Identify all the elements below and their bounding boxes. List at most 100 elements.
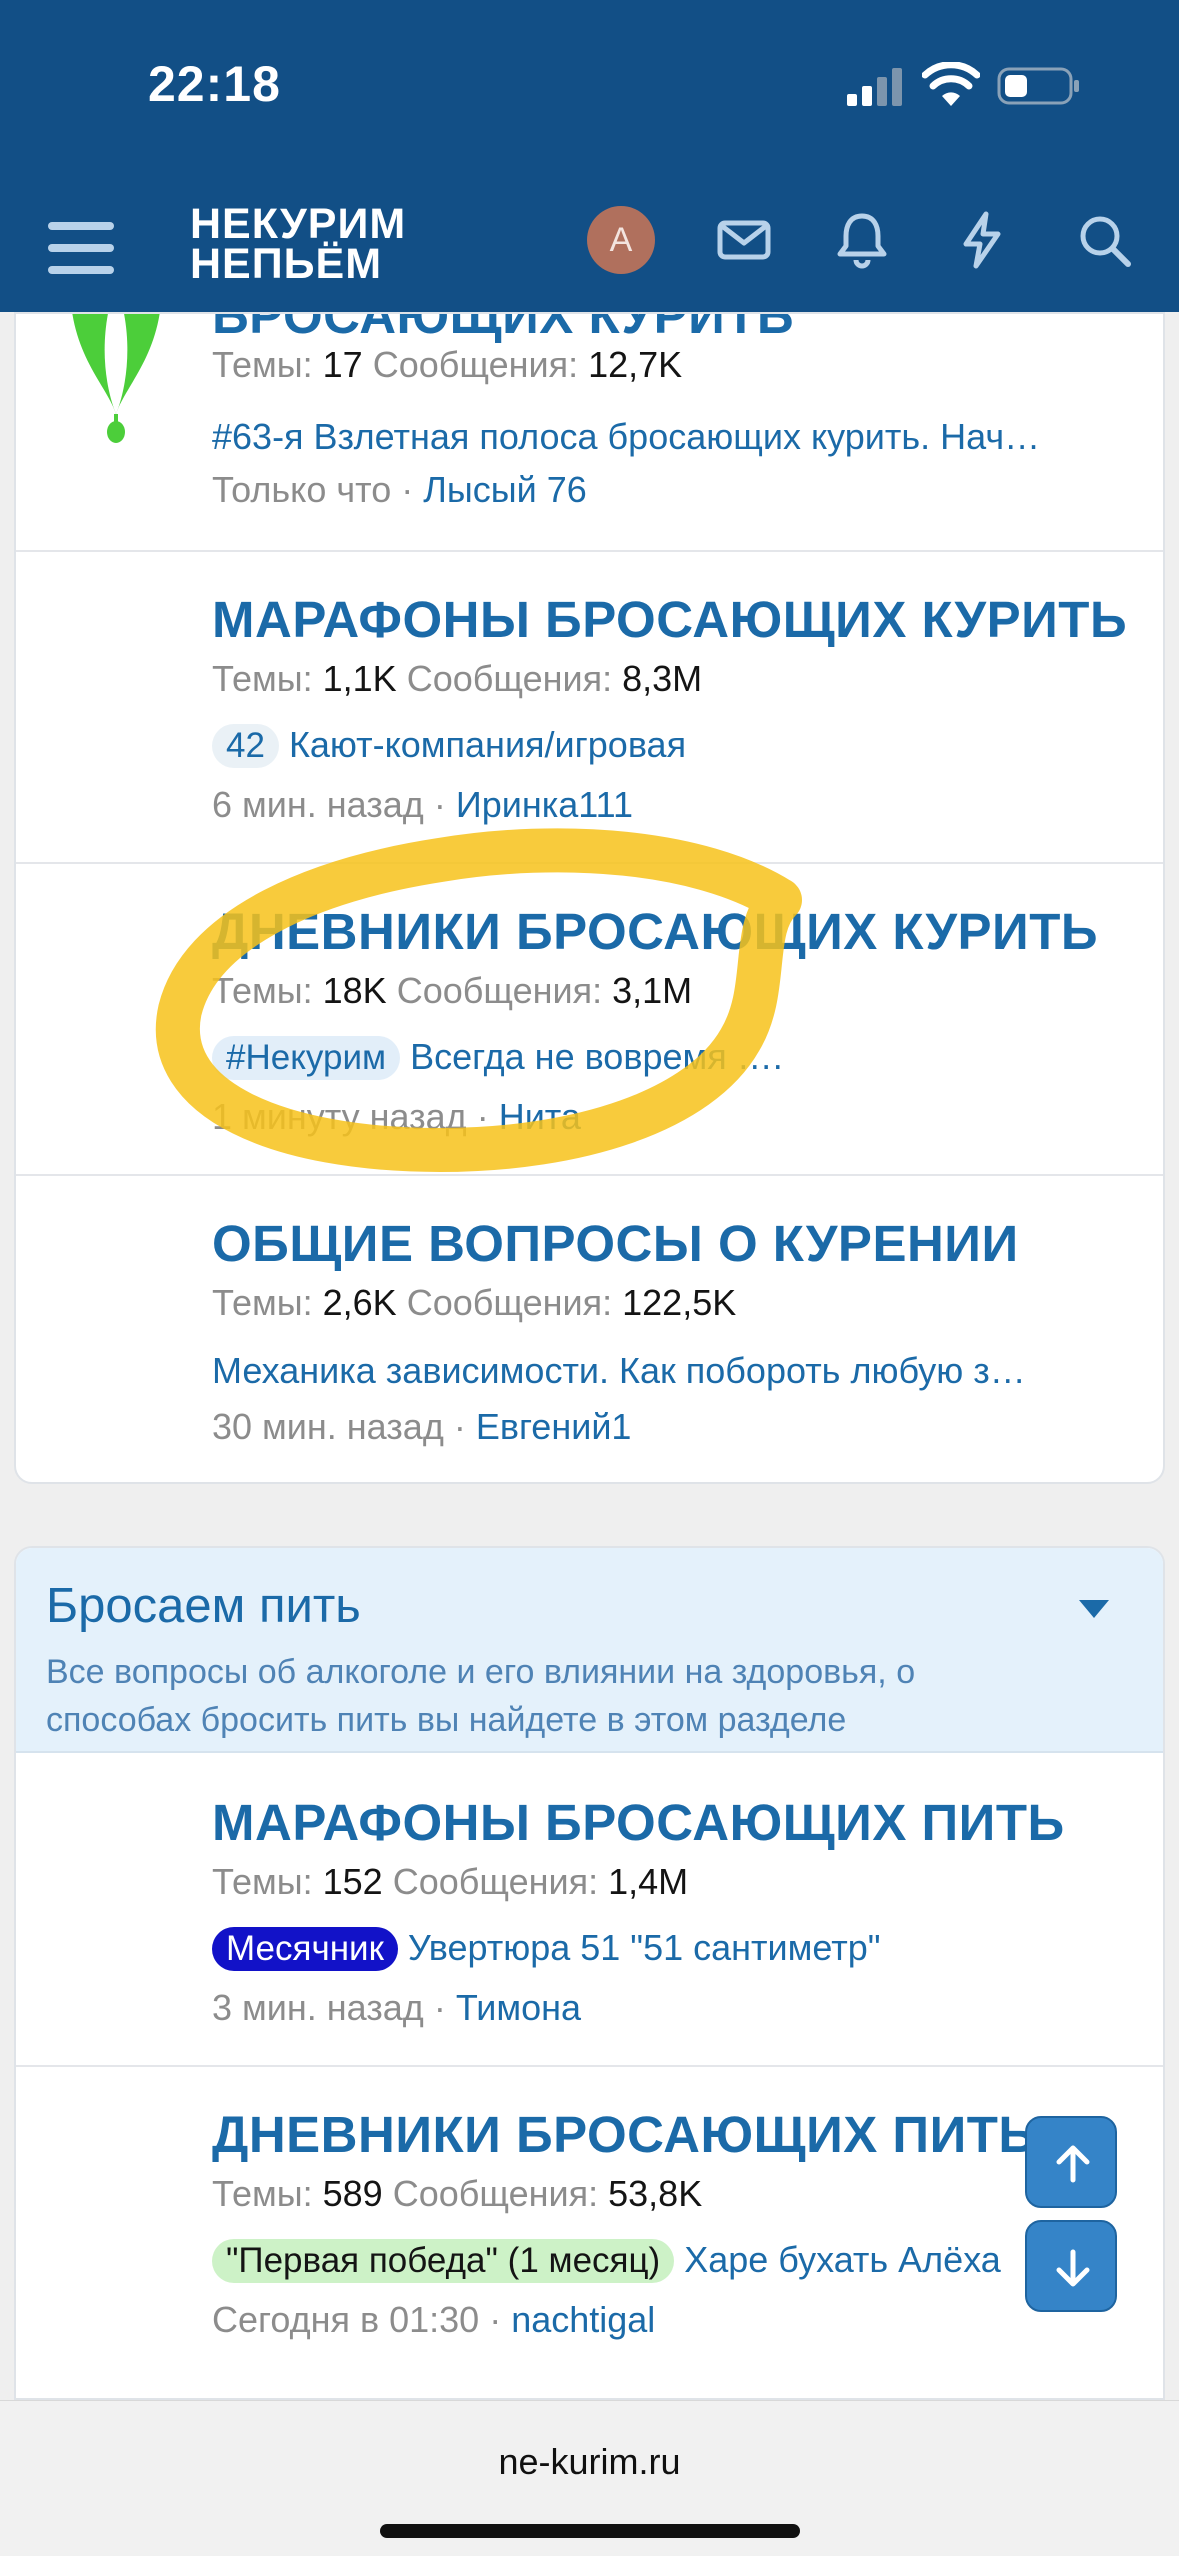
scroll-up-button[interactable] — [1025, 2116, 1117, 2208]
last-post-user[interactable]: Нита — [499, 1096, 581, 1137]
forum-category-smoking: БРОСАЮЩИХ КУРИТЬ Темы: 17 Сообщения: 12,… — [14, 312, 1165, 1484]
last-post-time: Сегодня в 01:30 — [212, 2299, 480, 2340]
messages-label: Сообщения: — [406, 1282, 613, 1323]
forum-node[interactable]: МАРАФОНЫ БРОСАЮЩИХ ПИТЬ Темы: 152 Сообще… — [16, 1755, 1163, 2067]
logo-line2: НЕПЬЁМ — [190, 240, 383, 288]
category-title[interactable]: Бросаем пить — [46, 1578, 361, 1634]
last-post-time: 3 мин. назад — [212, 1987, 424, 2028]
messages-count: 122,5K — [622, 1282, 737, 1323]
meta-separator: · — [466, 1096, 499, 1137]
messages-count: 53,8K — [608, 2173, 703, 2214]
menu-icon-bar — [48, 222, 114, 230]
themes-count: 2,6K — [322, 1282, 397, 1323]
url-text[interactable]: ne-kurim.ru — [0, 2441, 1179, 2483]
node-title[interactable]: БРОСАЮЩИХ КУРИТЬ — [212, 314, 794, 345]
collapse-toggle-icon[interactable] — [1077, 1598, 1111, 1620]
last-post-user[interactable]: nachtigal — [511, 2299, 655, 2340]
category-header[interactable]: Бросаем пить Все вопросы об алкоголе и е… — [16, 1548, 1163, 1753]
meta-separator: · — [479, 2299, 512, 2340]
menu-button[interactable] — [48, 218, 116, 278]
meta-separator: · — [391, 469, 424, 510]
battery-icon — [997, 67, 1079, 105]
last-post-meta: 6 мин. назад · Иринка111 — [212, 784, 633, 826]
messages-label: Сообщения: — [372, 344, 579, 385]
node-title[interactable]: ДНЕВНИКИ БРОСАЮЩИХ КУРИТЬ — [212, 902, 1098, 961]
arrow-down-icon — [1056, 2249, 1090, 2287]
forum-node[interactable]: МАРАФОНЫ БРОСАЮЩИХ КУРИТЬ Темы: 1,1K Соо… — [16, 552, 1163, 864]
forum-node[interactable]: ДНЕВНИКИ БРОСАЮЩИХ КУРИТЬ Темы: 18K Сооб… — [16, 864, 1163, 1176]
meta-separator: · — [423, 784, 456, 825]
node-stats: Темы: 152 Сообщения: 1,4M — [212, 1861, 688, 1903]
last-post-time: 1 минуту назад — [212, 1096, 467, 1137]
last-post-link[interactable]: Месячник Увертюра 51 "51 сантиметр" — [212, 1927, 881, 1971]
last-post-title[interactable]: Увертюра 51 "51 сантиметр" — [408, 1927, 881, 1968]
last-post-user[interactable]: Тимона — [456, 1987, 581, 2028]
themes-label: Темы: — [212, 1282, 313, 1323]
forum-node[interactable]: ДНЕВНИКИ БРОСАЮЩИХ ПИТЬ Темы: 589 Сообще… — [16, 2067, 1163, 2379]
node-stats: Темы: 589 Сообщения: 53,8K — [212, 2173, 702, 2215]
last-post-user[interactable]: Евгений1 — [476, 1406, 632, 1447]
themes-label: Темы: — [212, 658, 313, 699]
messages-count: 12,7K — [588, 344, 683, 385]
last-post-link[interactable]: #Некурим Всегда не вовремя …. — [212, 1036, 783, 1080]
messages-label: Сообщения: — [392, 1861, 599, 1902]
last-post-meta: Сегодня в 01:30 · nachtigal — [212, 2299, 655, 2341]
last-post-meta: 3 мин. назад · Тимона — [212, 1987, 581, 2029]
themes-count: 589 — [322, 2173, 383, 2214]
node-title[interactable]: МАРАФОНЫ БРОСАЮЩИХ ПИТЬ — [212, 1793, 1065, 1852]
wifi-icon — [922, 62, 980, 106]
last-post-meta: Только что · Лысый 76 — [212, 469, 587, 511]
messages-count: 1,4M — [608, 1861, 689, 1902]
messages-count: 3,1M — [612, 970, 693, 1011]
thread-prefix: #Некурим — [212, 1036, 401, 1080]
last-post-title[interactable]: Кают-компания/игровая — [289, 724, 686, 765]
status-time: 22:18 — [148, 56, 281, 112]
last-post-link[interactable]: Механика зависимости. Как побороть любую… — [212, 1350, 1026, 1392]
browser-address-bar: ne-kurim.ru — [0, 2400, 1179, 2556]
last-post-user[interactable]: Лысый 76 — [423, 469, 587, 510]
last-post-title[interactable]: Всегда не вовремя …. — [410, 1036, 783, 1077]
last-post-link[interactable]: 42 Кают-компания/игровая — [212, 724, 686, 768]
balloon-icon — [72, 314, 160, 443]
meta-separator: · — [443, 1406, 476, 1447]
last-post-link[interactable]: "Первая победа" (1 месяц) Харе бухать Алё… — [212, 2239, 1001, 2283]
themes-label: Темы: — [212, 344, 313, 385]
last-post-meta: 30 мин. назад · Евгений1 — [212, 1406, 631, 1448]
lightning-icon[interactable] — [950, 208, 1014, 272]
site-logo[interactable]: НЕКУРИМ НЕПЬЁМ — [190, 200, 407, 288]
forum-node[interactable]: ОБЩИЕ ВОПРОСЫ О КУРЕНИИ Темы: 2,6K Сообщ… — [16, 1176, 1163, 1482]
meta-separator: · — [423, 1987, 456, 2028]
thread-prefix: "Первая победа" (1 месяц) — [212, 2239, 675, 2283]
avatar[interactable]: A — [587, 206, 655, 274]
home-indicator[interactable] — [380, 2524, 800, 2538]
themes-count: 1,1K — [322, 658, 397, 699]
themes-count: 152 — [322, 1861, 383, 1902]
themes-label: Темы: — [212, 970, 313, 1011]
search-icon[interactable] — [1072, 208, 1136, 272]
last-post-title[interactable]: Харе бухать Алёха — [684, 2239, 1001, 2280]
arrow-up-icon — [1056, 2145, 1090, 2183]
last-post-time: Только что — [212, 469, 392, 510]
last-post-meta: 1 минуту назад · Нита — [212, 1096, 581, 1138]
last-post-link[interactable]: #63-я Взлетная полоса бросающих курить. … — [212, 416, 1040, 458]
bell-icon[interactable] — [830, 208, 894, 272]
themes-label: Темы: — [212, 2173, 313, 2214]
thread-prefix: 42 — [212, 724, 279, 768]
scroll-down-button[interactable] — [1025, 2220, 1117, 2312]
node-stats: Темы: 2,6K Сообщения: 122,5K — [212, 1282, 736, 1324]
node-title[interactable]: ДНЕВНИКИ БРОСАЮЩИХ ПИТЬ — [212, 2105, 1036, 2164]
messages-label: Сообщения: — [396, 970, 603, 1011]
last-post-user[interactable]: Иринка111 — [456, 784, 633, 825]
themes-count: 18K — [322, 970, 387, 1011]
node-title[interactable]: МАРАФОНЫ БРОСАЮЩИХ КУРИТЬ — [212, 590, 1127, 649]
forum-node-partial[interactable]: БРОСАЮЩИХ КУРИТЬ Темы: 17 Сообщения: 12,… — [16, 314, 1163, 552]
node-stats: Темы: 1,1K Сообщения: 8,3M — [212, 658, 702, 700]
messages-label: Сообщения: — [406, 658, 613, 699]
last-post-time: 6 мин. назад — [212, 784, 424, 825]
menu-icon-bar — [48, 266, 114, 274]
cellular-signal-icon — [847, 68, 902, 106]
node-stats: Темы: 17 Сообщения: 12,7K — [212, 344, 682, 386]
mail-icon[interactable] — [712, 208, 776, 272]
logo-line1: НЕКУРИМ — [190, 200, 407, 248]
node-title[interactable]: ОБЩИЕ ВОПРОСЫ О КУРЕНИИ — [212, 1214, 1019, 1273]
